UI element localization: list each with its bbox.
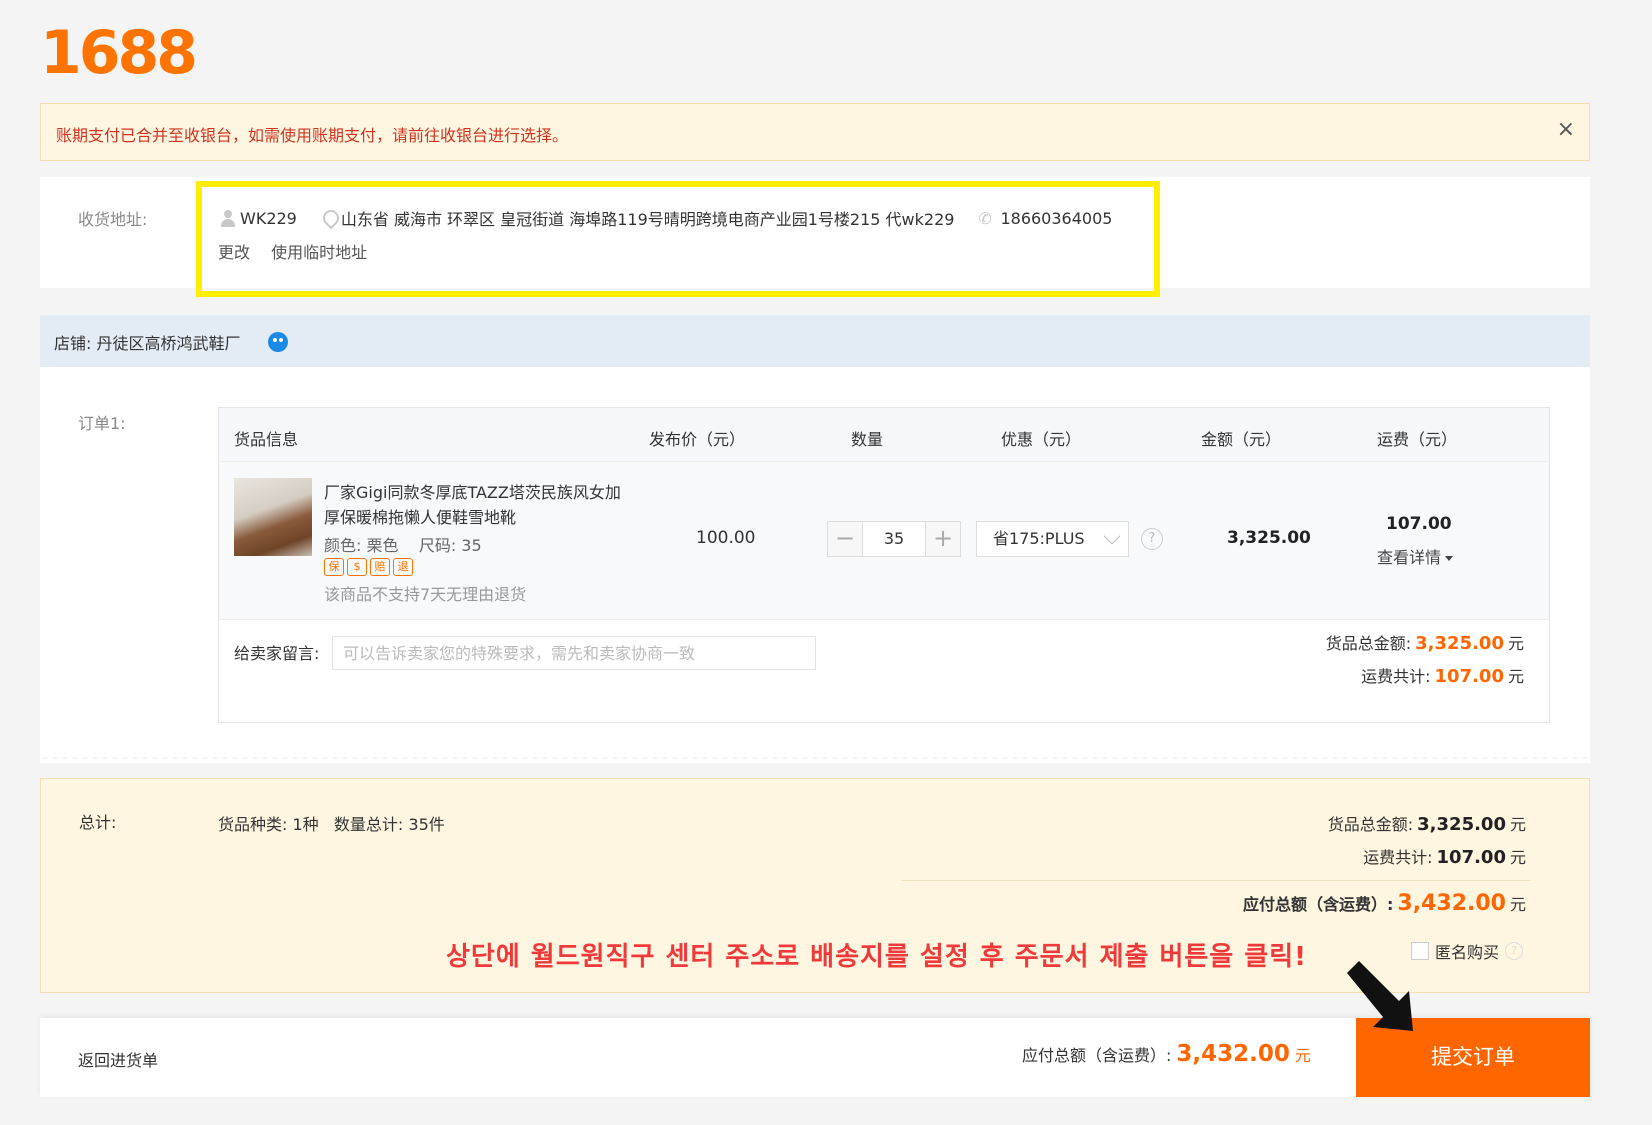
- return-note: 该商品不支持7天无理由退货: [324, 585, 527, 604]
- product-image[interactable]: [234, 478, 312, 556]
- order-section: 订单1: 货品信息 发布价（元） 数量 优惠（元） 金额（元） 运费（元） 厂家…: [40, 367, 1590, 757]
- chevron-down-icon: [1103, 527, 1121, 545]
- line-freight: 107.00: [1386, 514, 1452, 534]
- notice-text: 账期支付已合并至收银台，如需使用账期支付，请前往收银台进行选择。: [56, 126, 569, 145]
- logo-1688[interactable]: 1688: [40, 18, 198, 88]
- header-qty: 数量: [851, 430, 884, 449]
- qty-plus-button[interactable]: +: [926, 522, 960, 556]
- order-freight-total: 运费共计: 107.00 元: [1361, 663, 1524, 687]
- compensation-badge-icon: 赔: [370, 558, 390, 576]
- payable-label: 应付总额（含运费）:: [1022, 1046, 1172, 1065]
- divider: [40, 757, 1590, 763]
- totals-freight: 运费共计: 107.00 元: [1363, 844, 1526, 868]
- unit-label: 元: [1509, 895, 1526, 914]
- shop-name-text[interactable]: 丹徒区高桥鸿武鞋厂: [97, 334, 241, 353]
- shop-label: 店铺:: [54, 334, 92, 353]
- unit-price: 100.00: [696, 528, 756, 548]
- payable-value: 3,432.00: [1397, 891, 1506, 916]
- bottom-payable: 应付总额（含运费）: 3,432.00 元: [1022, 1041, 1311, 1067]
- unit-label: 元: [1294, 1046, 1311, 1065]
- totals-goods: 货品总金额: 3,325.00 元: [1328, 811, 1526, 835]
- payable-label: 应付总额（含运费）:: [1243, 895, 1394, 914]
- goods-total-value: 3,325.00: [1415, 633, 1504, 654]
- product-title[interactable]: 厂家Gigi同款冬厚底TAZZ塔茨民族风女加厚保暖棉拖懒人便鞋雪地靴: [324, 480, 624, 530]
- address-label: 收货地址:: [78, 210, 148, 229]
- shop-name[interactable]: 店铺: 丹徒区高桥鸿武鞋厂: [54, 330, 241, 354]
- header-amount: 金额（元）: [1201, 430, 1282, 449]
- anonymous-purchase: 匿名购买 ?: [1411, 939, 1524, 963]
- instruction-note: 상단에 월드원직구 센터 주소로 배송지를 설정 후 주문서 제출 버튼을 클릭…: [446, 942, 1307, 972]
- anonymous-label[interactable]: 匿名购买: [1435, 939, 1499, 963]
- service-badges: 保 $ 赔 退: [324, 558, 413, 576]
- promo-select[interactable]: 省175:PLUS: [976, 521, 1129, 557]
- header-freight: 运费（元）: [1377, 430, 1458, 449]
- promo-selected: 省175:PLUS: [993, 529, 1085, 548]
- guarantee-badge-icon: 保: [324, 558, 344, 576]
- line-amount: 3,325.00: [1227, 528, 1311, 548]
- table-header: 货品信息 发布价（元） 数量 优惠（元） 金额（元） 运费（元）: [219, 408, 1549, 462]
- unit-label: 元: [1507, 667, 1524, 686]
- totals-payable: 应付总额（含运费）: 3,432.00 元: [1243, 891, 1526, 916]
- money-badge-icon: $: [347, 558, 367, 576]
- goods-value: 3,325.00: [1417, 814, 1506, 835]
- goods-total-label: 货品总金额:: [1325, 634, 1412, 653]
- header-price: 发布价（元）: [649, 430, 746, 449]
- totals-label: 总计:: [79, 813, 117, 832]
- address-section: 收货地址: WK229 山东省 威海市 环翠区 皇冠街道 海埠路119号晴明跨境…: [40, 177, 1590, 297]
- order-label: 订单1:: [78, 414, 126, 433]
- close-icon[interactable]: ×: [1557, 117, 1575, 142]
- help-icon[interactable]: ?: [1141, 528, 1163, 550]
- header-product: 货品信息: [234, 430, 299, 449]
- product-attributes: 颜色: 栗色 尺码: 35: [324, 536, 482, 555]
- goods-label: 货品总金额:: [1327, 815, 1414, 834]
- freight-label: 运费共计:: [1363, 848, 1433, 867]
- unit-label: 元: [1507, 634, 1524, 653]
- shop-bar: 店铺: 丹徒区高桥鸿武鞋厂: [40, 315, 1590, 367]
- totals-divider: [901, 880, 1531, 881]
- return-badge-icon: 退: [393, 558, 413, 576]
- notice-banner: 账期支付已合并至收银台，如需使用账期支付，请前往收银台进行选择。 ×: [40, 103, 1590, 161]
- unit-label: 元: [1509, 848, 1526, 867]
- order-goods-total: 货品总金额: 3,325.00 元: [1326, 630, 1524, 654]
- payable-value: 3,432.00: [1176, 1041, 1290, 1067]
- freight-total-value: 107.00: [1434, 666, 1504, 687]
- arrow-pointer-icon: [1347, 961, 1413, 1031]
- quantity-stepper: − 35 +: [827, 521, 961, 557]
- table-row: 厂家Gigi同款冬厚底TAZZ塔茨民族风女加厚保暖棉拖懒人便鞋雪地靴 颜色: 栗…: [219, 462, 1549, 620]
- seller-message-input[interactable]: [332, 636, 816, 670]
- freight-detail-link[interactable]: 查看详情: [1377, 544, 1453, 568]
- help-icon[interactable]: ?: [1505, 942, 1524, 960]
- qty-input[interactable]: 35: [862, 522, 926, 556]
- freight-value: 107.00: [1436, 847, 1506, 868]
- qty-minus-button[interactable]: −: [828, 522, 862, 556]
- address-highlight-box: [196, 181, 1160, 297]
- chat-icon[interactable]: [268, 332, 288, 352]
- back-to-cart-link[interactable]: 返回进货单: [78, 1047, 158, 1071]
- unit-label: 元: [1509, 815, 1526, 834]
- totals-kinds: 货品种类: 1种 数量总计: 35件: [218, 815, 445, 834]
- freight-total-label: 运费共计:: [1361, 667, 1431, 686]
- header-discount: 优惠（元）: [1001, 430, 1082, 449]
- message-label: 给卖家留言:: [234, 644, 320, 663]
- order-table: 货品信息 发布价（元） 数量 优惠（元） 金额（元） 运费（元） 厂家Gigi同…: [218, 407, 1550, 723]
